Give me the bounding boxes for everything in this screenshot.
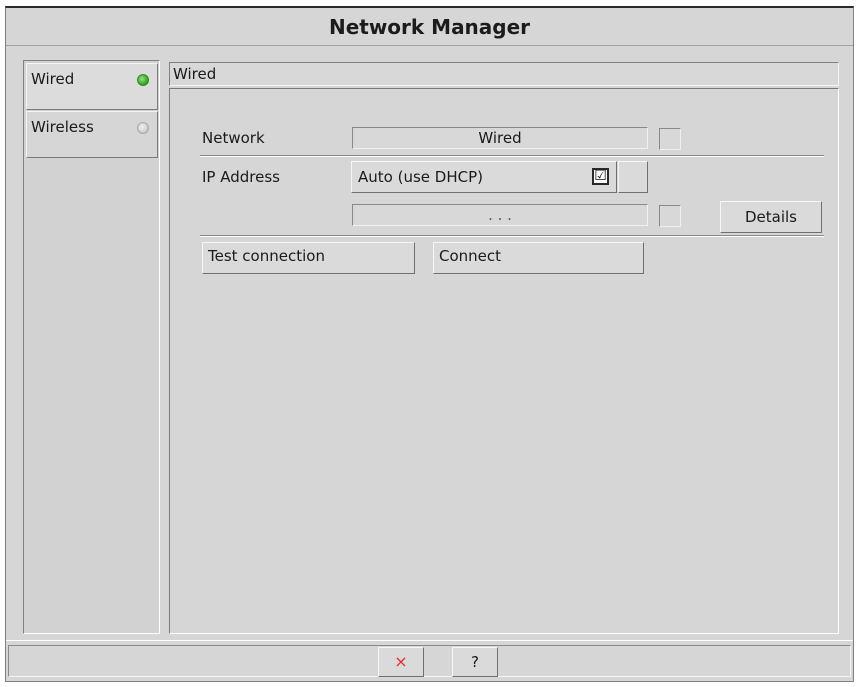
wired-settings-panel: Network Wired IP Address Auto (use DHCP)… <box>169 88 839 634</box>
sidebar-item-label: Wireless <box>31 118 94 136</box>
details-button[interactable]: Details <box>720 201 822 233</box>
network-manager-window: Network Manager Wired Wireless Wired Net… <box>5 6 854 682</box>
network-option-box[interactable] <box>659 128 681 150</box>
ip-address-option-box[interactable] <box>659 205 681 227</box>
divider <box>200 235 824 237</box>
network-label: Network <box>202 129 265 147</box>
sidebar-item-label: Wired <box>31 70 75 88</box>
close-button[interactable]: × <box>378 647 424 677</box>
panel-title: Wired <box>173 65 217 83</box>
close-icon: × <box>394 652 408 671</box>
sidebar-item-wireless[interactable]: Wireless <box>26 111 158 158</box>
sidebar-item-wired[interactable]: Wired <box>26 63 158 110</box>
panel-header: Wired <box>169 62 839 86</box>
connect-button[interactable]: Connect <box>433 242 644 274</box>
help-button[interactable]: ? <box>452 647 498 677</box>
ip-mode-dropdown-button[interactable] <box>618 161 648 193</box>
ip-address-label: IP Address <box>202 168 280 186</box>
divider <box>200 155 824 157</box>
dhcp-checkbox[interactable]: ☑ <box>592 168 609 185</box>
status-bar: × ? <box>6 640 853 682</box>
ip-mode-text: Auto (use DHCP) <box>358 168 483 186</box>
connected-status-icon <box>137 74 149 86</box>
network-name-field[interactable]: Wired <box>352 127 648 149</box>
disconnected-status-icon <box>137 122 149 134</box>
help-icon: ? <box>471 653 479 671</box>
ip-mode-selector[interactable]: Auto (use DHCP) ☑ <box>351 161 617 193</box>
window-title: Network Manager <box>6 8 853 46</box>
test-connection-button[interactable]: Test connection <box>202 242 415 274</box>
status-well <box>8 645 851 677</box>
ip-address-field[interactable]: . . . <box>352 204 648 226</box>
connection-sidebar: Wired Wireless <box>23 60 160 634</box>
